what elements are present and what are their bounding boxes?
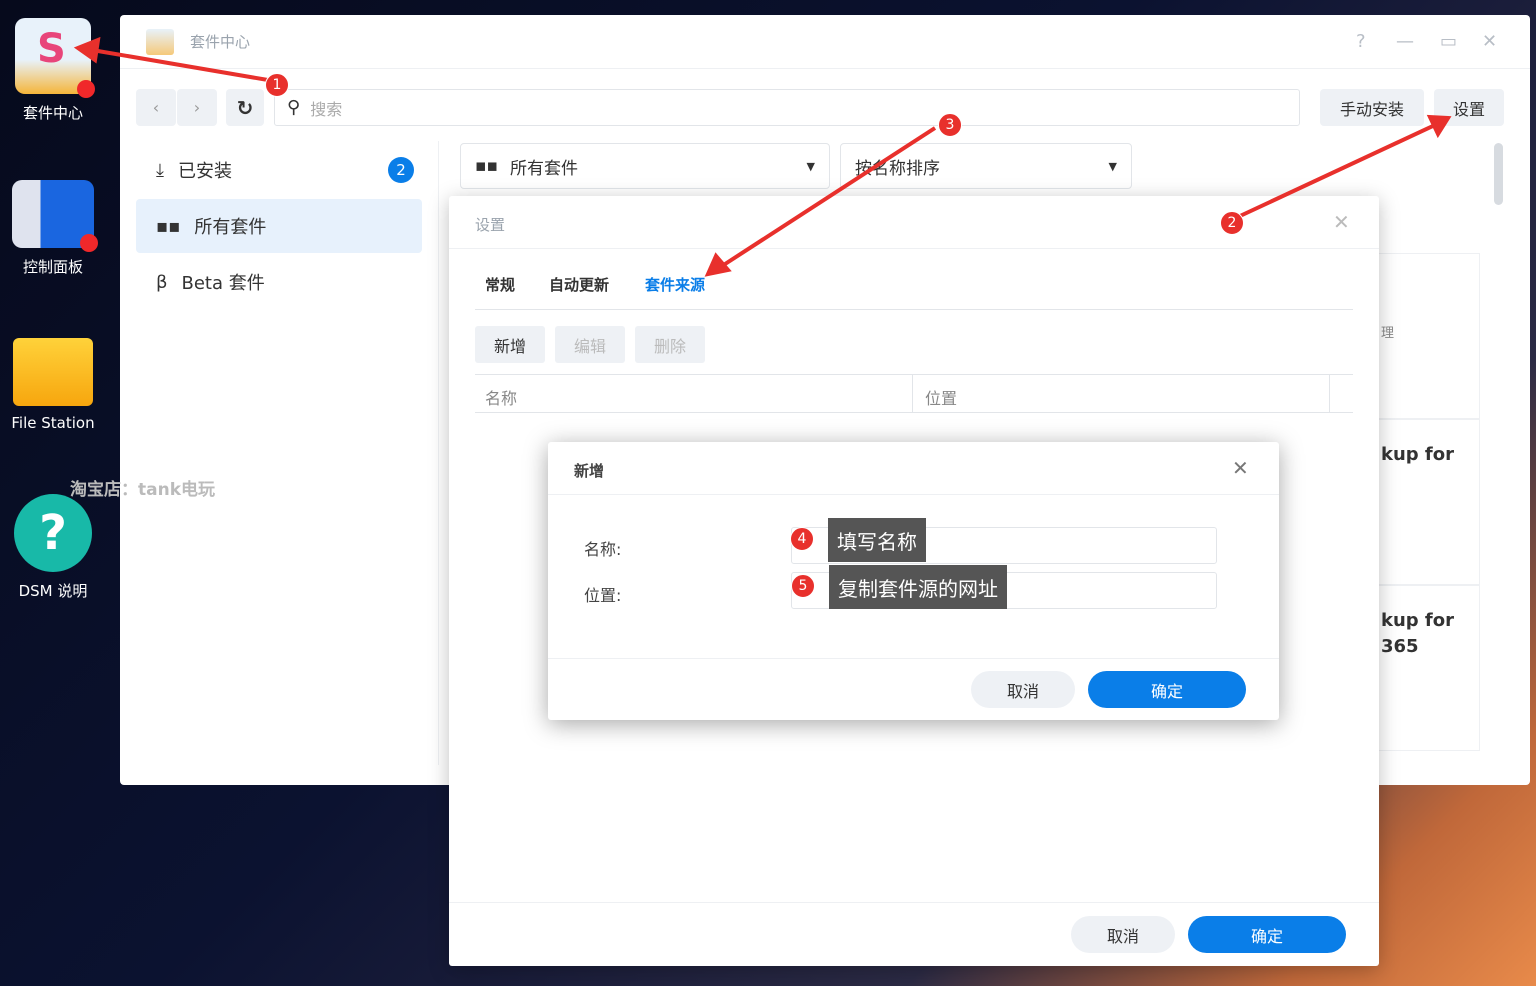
back-button[interactable]: ‹ <box>136 89 176 126</box>
step-badge-3: 3 <box>938 113 962 137</box>
desktop-icon-label: 套件中心 <box>22 104 83 122</box>
help-icon[interactable]: ? <box>1356 31 1366 52</box>
column-name[interactable]: 名称 <box>485 385 517 409</box>
window-title: 套件中心 <box>190 33 251 51</box>
download-icon: ⤓ <box>156 159 164 181</box>
chevron-down-icon: ▼ <box>1108 159 1117 173</box>
close-icon[interactable]: ✕ <box>1333 210 1350 234</box>
dialog-title: 新增 <box>574 462 605 480</box>
forward-button[interactable]: › <box>177 89 217 126</box>
dialog-title: 设置 <box>475 216 506 234</box>
step-badge-2: 2 <box>1220 211 1244 235</box>
sidebar-item-label: 所有套件 <box>194 217 267 238</box>
count-badge: 2 <box>388 157 414 183</box>
search-placeholder: 搜索 <box>310 99 343 119</box>
card-title: 365 <box>1381 636 1419 657</box>
sort-value: 按名称排序 <box>855 158 940 179</box>
package-center-icon: S <box>15 18 95 98</box>
cancel-button[interactable]: 取消 <box>971 671 1075 708</box>
tab-general[interactable]: 常规 <box>485 274 515 295</box>
edit-button[interactable]: 编辑 <box>555 326 625 363</box>
sidebar-item-label: Beta 套件 <box>181 273 265 294</box>
location-label: 位置: <box>584 586 622 605</box>
title-bar: 套件中心 <box>120 15 1530 69</box>
add-button[interactable]: 新增 <box>475 326 545 363</box>
maximize-button[interactable]: ▭ <box>1440 31 1457 52</box>
desktop-icon-file-station[interactable]: File Station <box>0 338 106 432</box>
desktop-icon-control-panel[interactable]: 控制面板 <box>0 180 106 277</box>
delete-button[interactable]: 删除 <box>635 326 705 363</box>
refresh-button[interactable]: ↻ <box>226 89 264 126</box>
name-label: 名称: <box>584 540 622 559</box>
tab-auto-update[interactable]: 自动更新 <box>549 274 609 295</box>
card-text: 理 <box>1381 326 1395 341</box>
step-badge-4: 4 <box>790 527 814 551</box>
tooltip-name: 填写名称 <box>828 518 926 562</box>
control-panel-icon <box>12 180 98 252</box>
card-title: kup for <box>1381 444 1455 465</box>
scrollbar[interactable] <box>1494 143 1503 205</box>
sidebar-item-beta[interactable]: β Beta 套件 <box>136 255 422 309</box>
search-icon: ⚲ <box>287 97 301 118</box>
sort-select[interactable]: 按名称排序 ▼ <box>840 143 1132 189</box>
sidebar-item-label: 已安装 <box>177 161 232 182</box>
desktop-icon-label: File Station <box>11 414 95 432</box>
cancel-button[interactable]: 取消 <box>1071 916 1175 953</box>
card-title: kup for <box>1381 610 1455 631</box>
step-badge-5: 5 <box>791 574 815 598</box>
tab-package-sources[interactable]: 套件来源 <box>645 274 705 295</box>
minimize-button[interactable]: — <box>1396 31 1414 52</box>
watermark: 淘宝店：tank电玩 <box>70 480 216 500</box>
chevron-down-icon: ▼ <box>806 159 815 173</box>
desktop-icon-package-center[interactable]: S 套件中心 <box>0 18 106 123</box>
search-input[interactable]: ⚲ 搜索 <box>274 89 1300 126</box>
grid-icon: ▪▪ <box>156 215 181 237</box>
app-icon <box>146 28 174 55</box>
help-icon: ? <box>14 494 92 572</box>
close-button[interactable]: ✕ <box>1482 31 1497 52</box>
desktop-icon-label: 控制面板 <box>22 258 83 276</box>
table-header: 名称 位置 <box>475 374 1353 413</box>
sidebar-divider <box>438 141 439 765</box>
desktop-icon-dsm-help[interactable]: ? DSM 说明 <box>0 494 106 601</box>
ok-button[interactable]: 确定 <box>1188 916 1346 953</box>
grid-icon: ▪▪ <box>475 156 499 176</box>
tooltip-location: 复制套件源的网址 <box>829 565 1007 609</box>
category-select[interactable]: ▪▪ 所有套件 ▼ <box>460 143 830 189</box>
close-icon[interactable]: ✕ <box>1232 456 1249 480</box>
category-value: 所有套件 <box>510 158 579 179</box>
column-location[interactable]: 位置 <box>925 385 957 409</box>
settings-button[interactable]: 设置 <box>1434 89 1504 126</box>
folder-icon <box>13 338 93 406</box>
manual-install-button[interactable]: 手动安装 <box>1320 89 1424 126</box>
beta-icon: β <box>156 271 168 293</box>
step-badge-1: 1 <box>265 73 289 97</box>
desktop-icon-label: DSM 说明 <box>18 582 88 600</box>
sidebar-item-installed[interactable]: ⤓ 已安装 2 <box>136 143 422 197</box>
ok-button[interactable]: 确定 <box>1088 671 1246 708</box>
sidebar-item-all-packages[interactable]: ▪▪ 所有套件 <box>136 199 422 253</box>
